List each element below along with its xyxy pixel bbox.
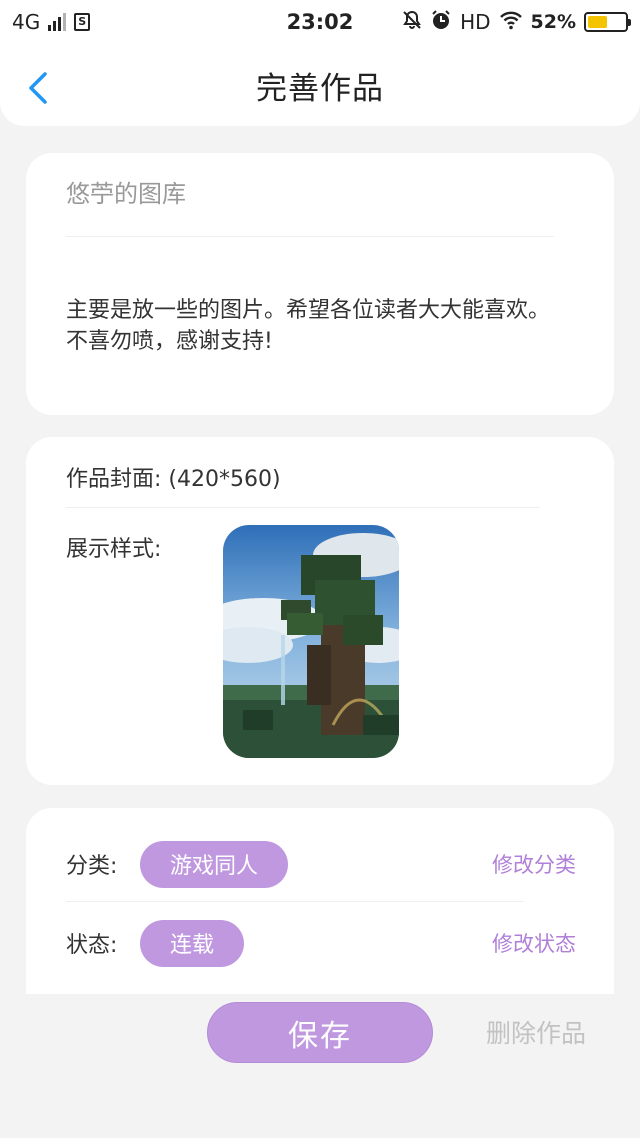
alarm-icon (430, 9, 452, 36)
cover-card: 作品封面: (420*560) 展示样式: (26, 437, 614, 785)
work-title-input[interactable] (66, 169, 556, 213)
status-left: 4G S (12, 10, 91, 34)
save-button[interactable]: 保存 (207, 1002, 433, 1063)
divider (66, 236, 554, 237)
work-info-card: 主要是放一些的图片。希望各位读者大大能喜欢。不喜勿喷，感谢支持! (26, 153, 614, 415)
cover-size-label: 作品封面: (420*560) (66, 467, 281, 492)
status-bar: 4G S 23:02 HD 52% (0, 0, 640, 44)
chevron-left-icon (29, 72, 47, 104)
divider (66, 901, 524, 902)
status-row: 状态: 连载 修改状态 (66, 918, 576, 968)
delete-work-button[interactable]: 删除作品 (470, 1010, 602, 1054)
back-button[interactable] (18, 68, 58, 108)
page-title: 完善作品 (256, 70, 384, 107)
divider (66, 507, 540, 508)
category-status-card: 分类: 游戏同人 修改分类 状态: 连载 修改状态 (26, 808, 614, 994)
work-description[interactable]: 主要是放一些的图片。希望各位读者大大能喜欢。不喜勿喷，感谢支持! (66, 295, 566, 357)
display-style-label: 展示样式: (66, 537, 162, 562)
signal-icon (48, 13, 67, 31)
battery-percent: 52% (530, 11, 576, 33)
app-header: 完善作品 (0, 44, 640, 126)
hd-label: HD (460, 10, 491, 34)
mute-bell-icon (402, 10, 422, 35)
edit-status-link[interactable]: 修改状态 (492, 928, 576, 958)
category-row: 分类: 游戏同人 修改分类 (66, 839, 576, 889)
category-tag: 游戏同人 (140, 840, 289, 888)
status-label: 状态: (66, 933, 118, 958)
cover-image[interactable] (223, 525, 399, 758)
status-tag: 连载 (140, 919, 245, 967)
status-right: HD 52% (402, 9, 631, 36)
battery-icon (584, 12, 631, 32)
wifi-icon (499, 10, 523, 35)
category-label: 分类: (66, 854, 118, 879)
edit-category-link[interactable]: 修改分类 (492, 849, 576, 879)
battery-level (588, 16, 607, 28)
network-type: 4G (12, 10, 41, 34)
sim-icon: S (74, 13, 91, 31)
